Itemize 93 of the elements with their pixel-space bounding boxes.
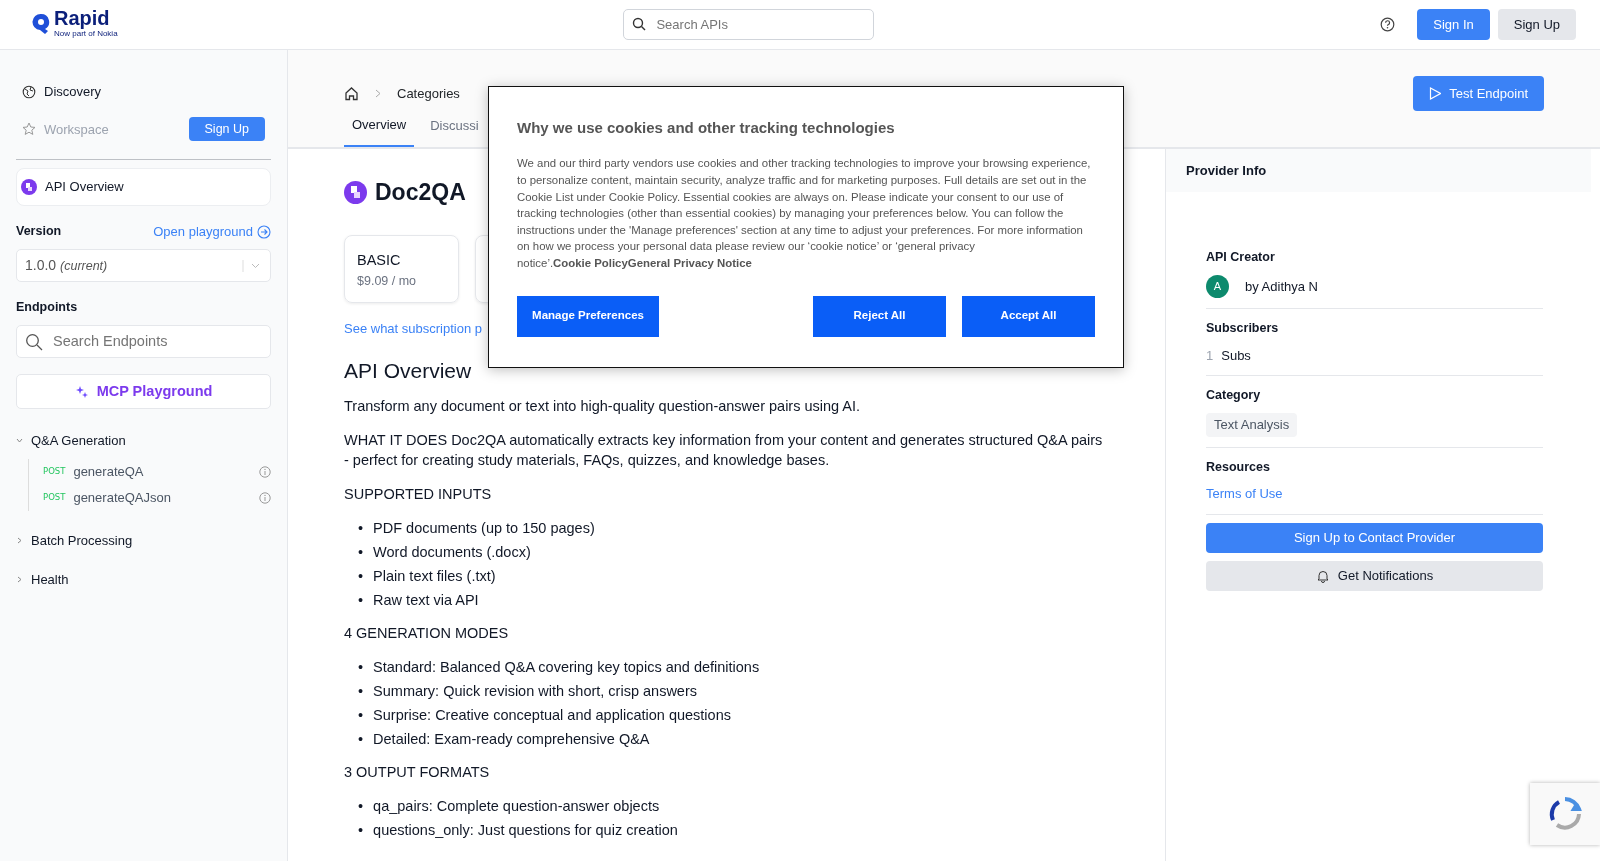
globe-icon xyxy=(22,84,36,99)
bullet: • xyxy=(358,821,364,841)
list-item: Summary: Quick revision with short, crisp answers xyxy=(373,682,697,702)
logo-text: Rapid xyxy=(54,8,111,29)
search-box[interactable]: Search APIs xyxy=(623,8,875,40)
dialog-button[interactable]: Manage Preferences xyxy=(517,295,659,337)
bullet: • xyxy=(358,543,364,563)
dialog-text: We and our third party vendors use cookies and other tracking technologies to improve your browsing experience, to personalize content, maintain security, analyze traffic and for marketing purposes. Full details are set out in the Cookie List under Cookie Policy. Essential cookies are always on. Please indicate your consent to our use of tracking technologies (other than essential cookies) by managing your preferences below. You can follow the instructions under the 'Manage preferences' section at any time to adjust your preferences. For more information on how we process your personal data please review our ‘cookie notice’ or ‘general privacy notice’.Cookie PolicyGeneral Privacy Notice xyxy=(517,156,1092,271)
play-icon xyxy=(1429,86,1442,100)
bullet: • xyxy=(358,567,364,587)
list-item: questions_only: Just questions for quiz creation xyxy=(373,821,678,841)
tab[interactable]: Overview xyxy=(344,115,415,147)
list-item: PDF documents (up to 150 pages) xyxy=(373,519,595,539)
sign-up-button[interactable]: Sign Up xyxy=(188,117,265,142)
endpoint-group[interactable]: Health xyxy=(16,570,271,590)
open-playground-link[interactable]: Open playground xyxy=(153,221,271,242)
contact-provider-button[interactable]: Sign Up to Contact Provider xyxy=(1206,522,1543,553)
section-label: Category xyxy=(1206,387,1262,405)
help-icon[interactable] xyxy=(1380,16,1396,32)
category-tag[interactable]: Text Analysis xyxy=(1206,413,1298,437)
list-item: Standard: Balanced Q&A covering key topics and definitions xyxy=(373,658,760,678)
version-label: Version xyxy=(16,223,62,241)
pricing-card[interactable]: BASIC $9.09 / mo xyxy=(344,235,459,304)
endpoint-search-field[interactable]: Search Endpoints xyxy=(51,329,262,354)
terms-link[interactable]: Terms of Use xyxy=(1206,486,1283,502)
paragraph: 4 GENERATION MODES xyxy=(344,624,510,644)
list-item: Detailed: Exam-ready comprehensive Q&A xyxy=(373,730,650,750)
chevron-right-icon xyxy=(16,576,23,584)
section-label: Subscribers xyxy=(1206,320,1280,338)
home-icon[interactable] xyxy=(344,85,359,101)
notifications-button[interactable]: Get Notifications xyxy=(1206,560,1543,591)
policy-link[interactable]: Cookie Policy xyxy=(553,256,628,269)
section-label: API Creator xyxy=(1206,249,1276,267)
chevron-down-icon xyxy=(16,437,23,445)
dialog-button[interactable]: Accept All xyxy=(962,295,1095,337)
endpoint-item[interactable]: POST generateQAJson xyxy=(43,484,271,511)
nav-item[interactable]: Discovery xyxy=(22,81,102,102)
list-item: Raw text via API xyxy=(373,591,479,611)
tab[interactable]: Discussi xyxy=(422,115,487,147)
auth-button[interactable]: Sign In xyxy=(1417,8,1490,40)
endpoint-search-box[interactable]: Search Endpoints xyxy=(16,325,271,359)
api-icon xyxy=(21,179,37,196)
version-select[interactable]: 1.0.0 (current) xyxy=(16,249,271,283)
endpoints-label: Endpoints xyxy=(16,299,79,317)
chevron-down-icon xyxy=(242,259,262,272)
dialog-title: Why we use cookies and other tracking technologies xyxy=(517,117,896,138)
chevron-right-icon xyxy=(375,88,381,98)
paragraph: WHAT IT DOES Doc2QA automatically extracts key information from your content and generates structured Q&A pairs - perfect for creating study materials, FAQs, quizzes, and knowledge bases. xyxy=(344,431,1104,471)
endpoint-item[interactable]: POST generateQA xyxy=(43,458,271,485)
panel-header: Provider Info xyxy=(1166,148,1591,193)
section-heading: API Overview xyxy=(344,357,473,384)
list-item: qa_pairs: Complete question-answer objects xyxy=(373,797,660,817)
arrow-circle-icon xyxy=(257,224,271,239)
logo-tagline: Now part of Nokia xyxy=(54,29,118,41)
subscription-link[interactable]: See what subscription p xyxy=(344,319,483,339)
info-icon xyxy=(259,465,271,478)
list-item: Plain text files (.txt) xyxy=(373,567,496,587)
dialog-button[interactable]: Reject All xyxy=(813,295,946,337)
subscriber-count: 1 xyxy=(1206,346,1214,365)
bullet: • xyxy=(358,730,364,750)
api-icon xyxy=(344,180,367,204)
search-icon xyxy=(25,332,43,351)
policy-link[interactable]: General Privacy Notice xyxy=(627,256,752,269)
info-icon xyxy=(259,491,271,504)
bell-icon xyxy=(1315,568,1330,583)
bullet: • xyxy=(358,706,364,726)
paragraph: 3 OUTPUT FORMATS xyxy=(344,763,491,783)
api-overview-item[interactable]: API Overview xyxy=(16,168,271,206)
bullet: • xyxy=(358,658,364,678)
endpoint-group[interactable]: Batch Processing xyxy=(16,530,271,551)
creator-name: by Adithya N xyxy=(1245,277,1318,296)
breadcrumb-link[interactable]: Categories xyxy=(397,83,460,104)
recaptcha-icon xyxy=(1547,796,1583,832)
mcp-playground-button[interactable]: MCP Playground xyxy=(16,374,271,410)
bullet: • xyxy=(358,519,364,539)
paragraph: Transform any document or text into high-quality question-answer pairs using AI. xyxy=(344,397,862,417)
list-item: Word documents (.docx) xyxy=(373,543,531,563)
search-icon xyxy=(632,17,647,32)
bullet: • xyxy=(358,682,364,702)
bullet: • xyxy=(358,591,364,611)
section-label: Resources xyxy=(1206,458,1271,476)
subscriber-unit: Subs xyxy=(1221,346,1251,365)
endpoint-group[interactable]: Q&A Generation xyxy=(16,431,271,451)
bullet: • xyxy=(358,797,364,817)
paragraph: SUPPORTED INPUTS xyxy=(344,485,493,505)
chevron-right-icon xyxy=(16,536,23,544)
list-item: Surprise: Creative conceptual and application questions xyxy=(373,706,731,726)
api-title: Doc2QA xyxy=(375,177,466,207)
test-endpoint-button[interactable]: Test Endpoint xyxy=(1413,75,1544,111)
auth-button[interactable]: Sign Up xyxy=(1497,8,1576,40)
logo-icon xyxy=(32,13,50,36)
avatar: A xyxy=(1206,275,1229,299)
star-icon xyxy=(22,122,36,137)
